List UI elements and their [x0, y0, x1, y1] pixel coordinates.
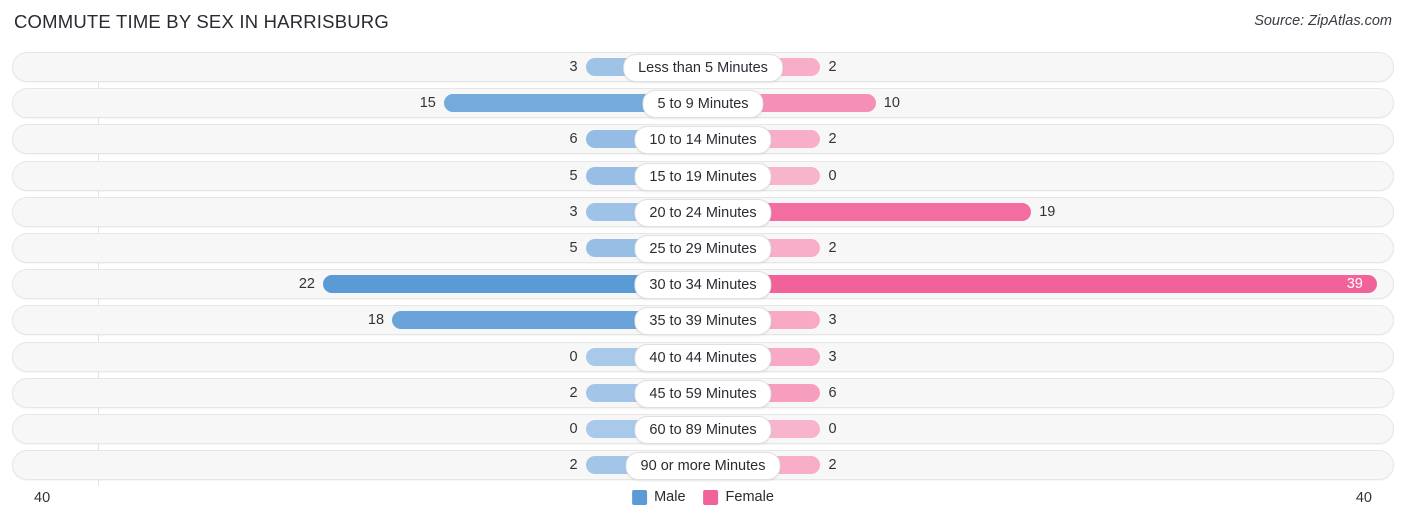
male-half: 2: [12, 450, 703, 480]
axis-label-right: 40: [1355, 490, 1372, 506]
chart-footer: 40 40 Male Female: [12, 487, 1394, 515]
category-label: 5 to 9 Minutes: [642, 90, 764, 119]
legend-swatch-icon: [703, 489, 719, 505]
page-title: COMMUTE TIME BY SEX IN HARRISBURG: [14, 11, 389, 32]
legend-item-male[interactable]: Male: [632, 489, 686, 505]
male-half: 0: [12, 342, 703, 372]
male-half: 6: [12, 124, 703, 154]
male-half: 0: [12, 414, 703, 444]
female-half: 0: [703, 161, 1394, 191]
female-half: 19: [703, 197, 1394, 227]
legend-item-female[interactable]: Female: [703, 489, 774, 505]
chart-row: 18 3 35 to 39 Minutes: [12, 305, 1394, 336]
category-label: 45 to 59 Minutes: [634, 379, 772, 408]
male-value-label: 6: [569, 131, 578, 148]
axis-label-left: 40: [34, 490, 51, 506]
male-value-label: 15: [419, 95, 436, 112]
male-value-label: 3: [569, 203, 578, 220]
female-half: 2: [703, 124, 1394, 154]
category-label: 30 to 34 Minutes: [634, 271, 772, 300]
female-value-label: 0: [828, 420, 837, 437]
male-half: 15: [12, 88, 703, 118]
female-half: 3: [703, 342, 1394, 372]
male-value-label: 0: [569, 348, 578, 365]
female-half: 3: [703, 305, 1394, 335]
chart-row: 2 2 90 or more Minutes: [12, 450, 1394, 481]
female-half: 0: [703, 414, 1394, 444]
category-label: Less than 5 Minutes: [623, 54, 783, 82]
female-value-label: 39: [1346, 276, 1363, 293]
male-half: 3: [12, 52, 703, 82]
chart-row: 3 19 20 to 24 Minutes: [12, 196, 1394, 227]
category-label: 15 to 19 Minutes: [634, 162, 772, 191]
male-value-label: 2: [569, 384, 578, 401]
male-value-label: 3: [569, 59, 578, 75]
female-half: 2: [703, 233, 1394, 263]
legend-swatch-icon: [632, 489, 648, 505]
chart-row: 2 6 45 to 59 Minutes: [12, 377, 1394, 408]
female-value-label: 3: [828, 312, 837, 329]
male-value-label: 5: [569, 167, 578, 184]
male-half: 22: [12, 269, 703, 299]
male-half: 18: [12, 305, 703, 335]
female-half: 6: [703, 378, 1394, 408]
chart-row: 0 0 60 to 89 Minutes: [12, 413, 1394, 444]
male-value-label: 0: [569, 420, 578, 437]
female-value-label: 2: [828, 131, 837, 148]
category-label: 40 to 44 Minutes: [634, 343, 772, 372]
category-label: 20 to 24 Minutes: [634, 198, 772, 227]
male-half: 2: [12, 378, 703, 408]
female-value-label: 2: [828, 239, 837, 256]
category-label: 25 to 29 Minutes: [634, 234, 772, 263]
category-label: 35 to 39 Minutes: [634, 307, 772, 336]
plot-area: 3 2 Less than 5 Minutes 15 10 5 to 9 Minutes 6…: [12, 52, 1394, 486]
male-value-label: 2: [569, 457, 578, 474]
female-value-label: 2: [828, 457, 837, 474]
female-value-label: 10: [883, 95, 900, 112]
chart-row: 0 3 40 to 44 Minutes: [12, 341, 1394, 372]
chart-row: 5 0 15 to 19 Minutes: [12, 160, 1394, 191]
male-half: 3: [12, 197, 703, 227]
legend-label: Female: [725, 489, 774, 505]
female-half: 2: [703, 450, 1394, 480]
male-half: 5: [12, 161, 703, 191]
male-value-label: 22: [298, 276, 315, 293]
chart-row: 15 10 5 to 9 Minutes: [12, 88, 1394, 119]
chart-row: 6 2 10 to 14 Minutes: [12, 124, 1394, 155]
male-value-label: 5: [569, 239, 578, 256]
chart-row: 3 2 Less than 5 Minutes: [12, 52, 1394, 82]
female-half: 39: [703, 269, 1394, 299]
female-value-label: 0: [828, 167, 837, 184]
chart-header: COMMUTE TIME BY SEX IN HARRISBURG Source…: [0, 0, 1406, 46]
chart-row: 22 39 30 to 34 Minutes: [12, 269, 1394, 300]
chart-row: 5 2 25 to 29 Minutes: [12, 232, 1394, 263]
chart-legend: Male Female: [632, 489, 774, 505]
female-value-label: 19: [1039, 203, 1056, 220]
category-label: 10 to 14 Minutes: [634, 126, 772, 155]
female-value-label: 2: [828, 59, 837, 75]
category-label: 90 or more Minutes: [625, 452, 781, 481]
female-bar[interactable]: [703, 275, 1377, 294]
source-attribution: Source: ZipAtlas.com: [1254, 13, 1392, 29]
male-half: 5: [12, 233, 703, 263]
female-value-label: 3: [828, 348, 837, 365]
female-half: 10: [703, 88, 1394, 118]
male-value-label: 18: [367, 312, 385, 329]
legend-label: Male: [654, 489, 686, 505]
female-half: 2: [703, 52, 1394, 82]
category-label: 60 to 89 Minutes: [634, 415, 772, 444]
chart-container: COMMUTE TIME BY SEX IN HARRISBURG Source…: [0, 0, 1406, 523]
female-value-label: 6: [828, 384, 837, 401]
